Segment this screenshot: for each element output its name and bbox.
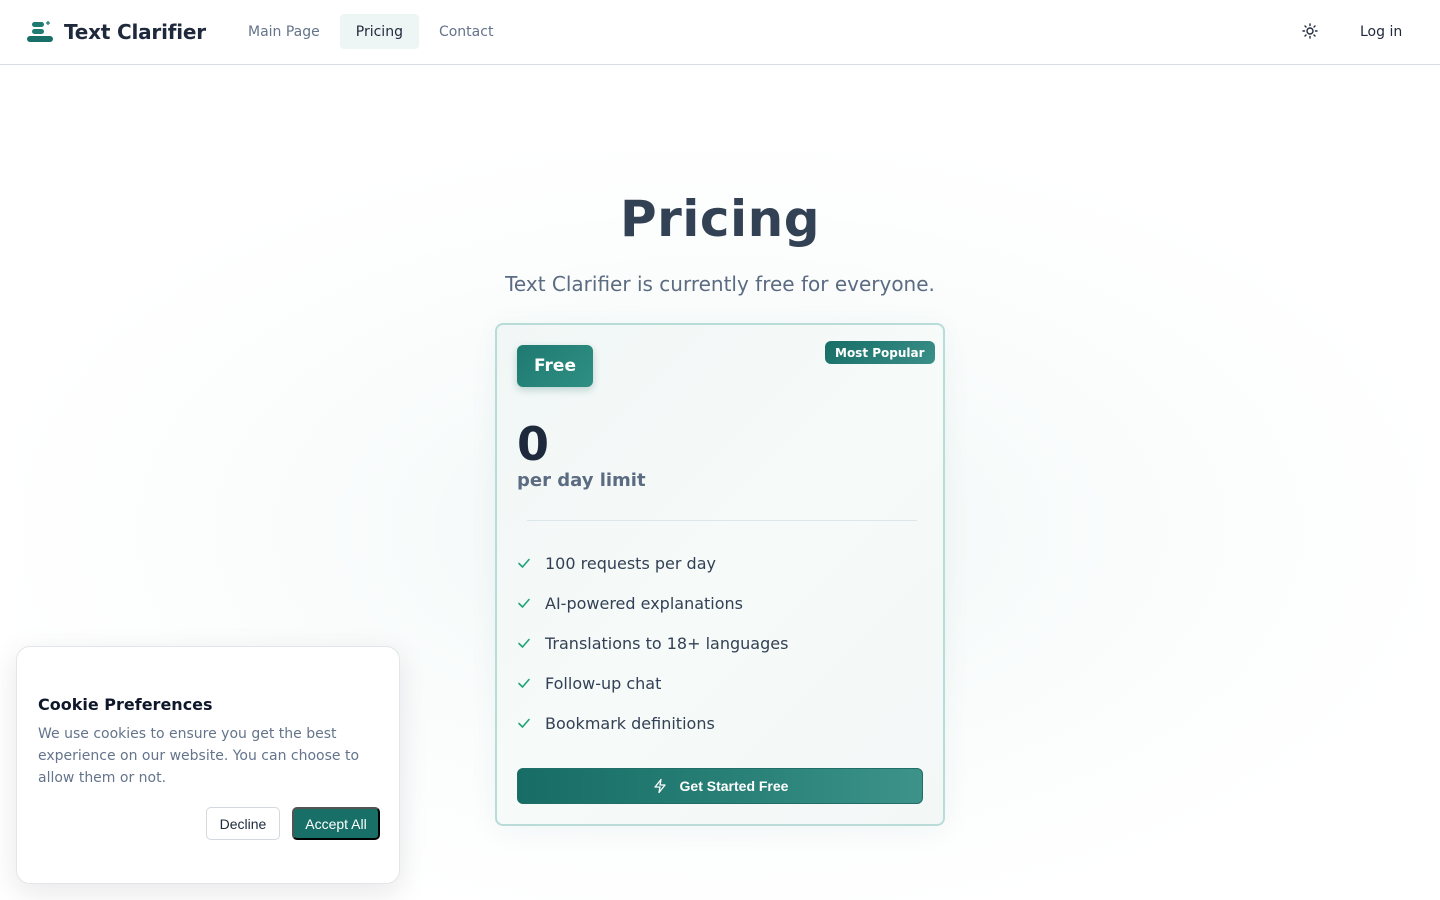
most-popular-badge: Most Popular: [825, 341, 935, 364]
lightning-icon: [652, 778, 668, 794]
feature-item: AI-powered explanations: [517, 583, 788, 623]
top-navbar: Text Clarifier Main Page Pricing Contact…: [0, 0, 1440, 65]
feature-item: Bookmark definitions: [517, 703, 788, 743]
feature-text: Translations to 18+ languages: [545, 633, 789, 653]
nav-item-contact[interactable]: Contact: [423, 14, 509, 49]
feature-item: Follow-up chat: [517, 663, 788, 703]
page-subtitle: Text Clarifier is currently free for eve…: [505, 272, 935, 296]
get-started-label: Get Started Free: [679, 778, 789, 794]
decline-button[interactable]: Decline: [206, 807, 280, 840]
check-icon: [517, 595, 533, 611]
feature-text: Follow-up chat: [545, 673, 662, 693]
theme-toggle-button[interactable]: [1298, 20, 1322, 44]
check-icon: [517, 635, 533, 651]
stacked-lines-logo-icon: [26, 20, 54, 44]
nav-item-main-page[interactable]: Main Page: [232, 14, 336, 49]
nav-item-pricing[interactable]: Pricing: [339, 14, 419, 49]
feature-text: AI-powered explanations: [545, 593, 743, 613]
accept-all-button[interactable]: Accept All: [292, 807, 380, 840]
feature-text: 100 requests per day: [545, 553, 716, 573]
sun-icon: [1302, 22, 1318, 42]
main-nav: Main Page Pricing Contact: [232, 14, 513, 49]
feature-item: Translations to 18+ languages: [517, 623, 788, 663]
cookie-banner: Cookie Preferences We use cookies to ens…: [16, 646, 400, 884]
check-icon: [517, 715, 533, 731]
pricing-card-free: Free Most Popular 0 per day limit 100 re…: [495, 323, 945, 826]
check-icon: [517, 675, 533, 691]
brand-name: Text Clarifier: [64, 20, 206, 44]
page-title: Pricing: [619, 190, 821, 248]
price-value: 0: [517, 417, 550, 471]
check-icon: [517, 555, 533, 571]
get-started-button[interactable]: Get Started Free: [517, 768, 923, 804]
brand[interactable]: Text Clarifier: [26, 20, 206, 44]
divider: [527, 520, 917, 521]
feature-item: 100 requests per day: [517, 543, 788, 583]
cookie-title: Cookie Preferences: [38, 695, 213, 714]
cookie-text: We use cookies to ensure you get the bes…: [38, 726, 360, 786]
feature-list: 100 requests per day AI-powered explanat…: [517, 543, 788, 743]
feature-text: Bookmark definitions: [545, 713, 715, 733]
tier-badge: Free: [517, 345, 593, 387]
price-unit: per day limit: [517, 470, 646, 491]
login-button[interactable]: Log in: [1346, 14, 1416, 49]
